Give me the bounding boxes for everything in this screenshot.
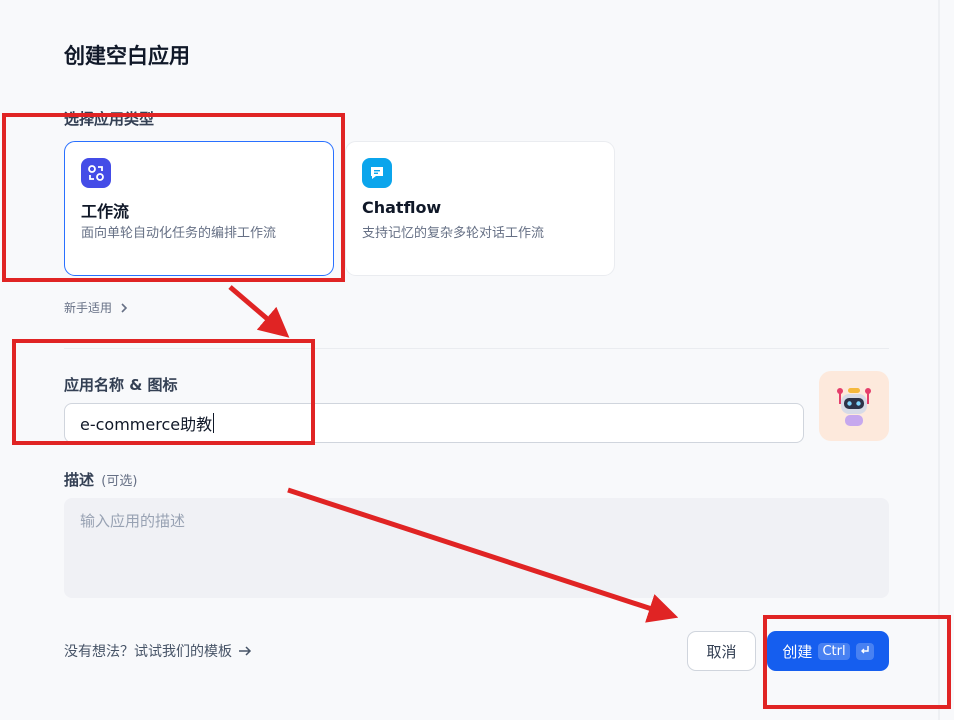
app-type-card-chatflow[interactable]: Chatflow 支持记忆的复杂多轮对话工作流: [345, 141, 615, 276]
robot-avatar-icon[interactable]: [819, 371, 889, 441]
app-type-card-workflow[interactable]: 工作流 面向单轮自动化任务的编排工作流: [64, 141, 334, 276]
templates-link-text: 没有想法？试试我们的模板: [64, 644, 232, 660]
beginner-toggle[interactable]: 新手适用: [64, 299, 130, 316]
description-textarea[interactable]: 输入应用的描述: [64, 498, 889, 598]
create-button-label: 创建: [782, 642, 813, 661]
workflow-card-title: 工作流: [81, 202, 130, 221]
section-divider: [64, 348, 889, 349]
description-label: 描述 (可选): [64, 469, 137, 490]
shortcut-ctrl: Ctrl: [818, 642, 850, 660]
panel-right-edge: [938, 0, 940, 720]
templates-link[interactable]: 没有想法？试试我们的模板: [64, 641, 252, 661]
app-name-value: e-commerce助教: [80, 415, 213, 434]
arrow-right-icon: [239, 646, 252, 656]
beginner-label: 新手适用: [64, 301, 113, 315]
enter-key-icon: [855, 642, 874, 660]
description-optional: (可选): [101, 474, 138, 489]
chatflow-card-desc: 支持记忆的复杂多轮对话工作流: [362, 226, 545, 241]
dialog-title: 创建空白应用: [64, 44, 190, 68]
description-title: 描述: [64, 471, 95, 489]
description-placeholder: 输入应用的描述: [80, 512, 186, 530]
text-caret: [213, 413, 215, 433]
cancel-button[interactable]: 取消: [687, 631, 756, 671]
workflow-icon: [81, 158, 111, 188]
workflow-card-desc: 面向单轮自动化任务的编排工作流: [81, 226, 277, 241]
chatflow-icon: [362, 158, 392, 188]
app-name-input[interactable]: e-commerce助教: [64, 403, 804, 443]
app-type-label: 选择应用类型: [64, 110, 155, 128]
chatflow-card-title: Chatflow: [362, 198, 442, 217]
create-button[interactable]: 创建 Ctrl: [767, 631, 889, 671]
app-name-label: 应用名称 & 图标: [64, 376, 178, 394]
arrow-to-name: [228, 285, 290, 338]
chevron-right-icon: [121, 302, 128, 313]
